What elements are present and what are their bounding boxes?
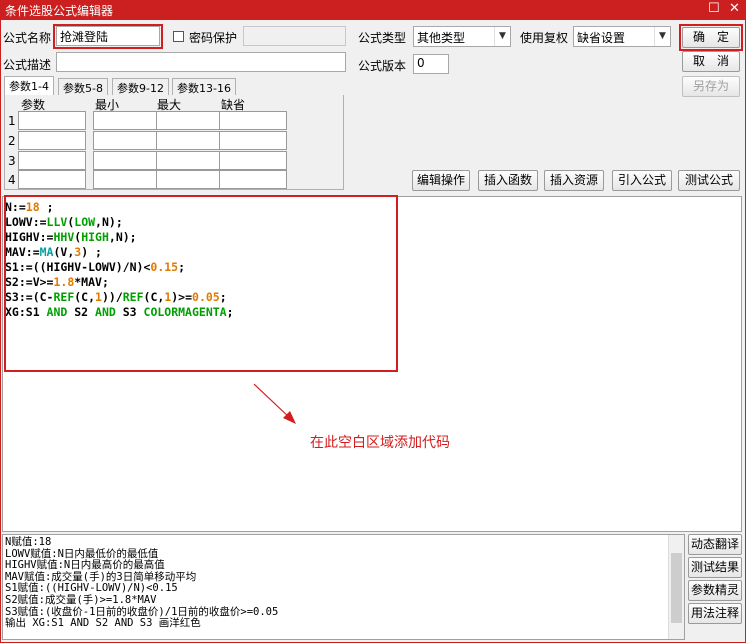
param-cell-r4-c4[interactable] [219,170,287,189]
param-row-label: 1 [8,114,16,128]
annotation-arrow-icon [253,383,296,424]
tab-params-1-4[interactable]: 参数1-4 [4,76,54,96]
password-input[interactable] [243,26,346,46]
tab-params-9-12[interactable]: 参数9-12 [112,78,169,96]
test-results-button[interactable]: 测试结果 [688,557,742,578]
param-cell-r4-c1[interactable] [18,170,86,189]
tab-params-13-16[interactable]: 参数13-16 [172,78,236,96]
title-bar: 条件选股公式编辑器 ☐ ✕ [0,0,746,20]
close-icon[interactable]: ✕ [729,1,740,16]
restore-icon[interactable]: ☐ [708,1,720,16]
output-panel: N赋值:18 LOWV赋值:N日内最低价的最低值 HIGHV赋值:N日内最高价的最高… [2,534,685,640]
param-cell-r1-c2[interactable] [93,111,161,130]
formula-type-select[interactable]: 其他类型 ▼ [413,26,511,47]
param-row-label: 2 [8,134,16,148]
param-cell-r3-c4[interactable] [219,151,287,170]
formula-desc-input[interactable] [56,52,346,72]
formula-version-input[interactable]: 0 [413,54,449,74]
param-cell-r1-c3[interactable] [156,111,224,130]
param-cell-r2-c2[interactable] [93,131,161,150]
formula-desc-label: 公式描述 [3,58,52,72]
dynamic-translate-button[interactable]: 动态翻译 [688,534,742,555]
insert-resource-button[interactable]: 插入资源 [544,170,604,191]
param-cell-r2-c4[interactable] [219,131,287,150]
reweight-label: 使用复权 [520,31,569,45]
param-cell-r4-c2[interactable] [93,170,161,189]
tab-params-5-8[interactable]: 参数5-8 [58,78,108,96]
window-title: 条件选股公式编辑器 [5,4,114,18]
param-row-label: 4 [8,173,16,187]
param-wizard-button[interactable]: 参数精灵 [688,580,742,601]
param-cell-r1-c4[interactable] [219,111,287,130]
name-highlight-box [53,24,163,49]
formula-version-label: 公式版本 [358,59,407,73]
password-checkbox[interactable] [173,31,184,42]
confirm-highlight-box [679,24,743,51]
param-cell-r3-c2[interactable] [93,151,161,170]
insert-function-button[interactable]: 插入函数 [478,170,538,191]
param-cell-r4-c3[interactable] [156,170,224,189]
annotation-text: 在此空白区域添加代码 [310,435,450,451]
formula-type-value: 其他类型 [417,31,466,45]
chevron-down-icon: ▼ [654,27,670,46]
output-line: N赋值:18 [5,536,52,548]
import-formula-button[interactable]: 引入公式 [612,170,672,191]
param-cell-r1-c1[interactable] [18,111,86,130]
scrollbar-thumb[interactable] [671,553,682,623]
usage-notes-button[interactable]: 用法注释 [688,603,742,624]
param-cell-r3-c1[interactable] [18,151,86,170]
save-as-button: 另存为 [682,76,740,97]
cancel-button[interactable]: 取 消 [682,51,740,72]
param-row-label: 3 [8,154,16,168]
param-cell-r3-c3[interactable] [156,151,224,170]
param-cell-r2-c1[interactable] [18,131,86,150]
output-line: 输出 XG:S1 AND S2 AND S3 画洋红色 [5,617,201,630]
reweight-select[interactable]: 缺省设置 ▼ [573,26,671,47]
reweight-value: 缺省设置 [577,31,626,45]
chevron-down-icon: ▼ [494,27,510,46]
param-cell-r2-c3[interactable] [156,131,224,150]
formula-type-label: 公式类型 [358,31,407,45]
formula-name-label: 公式名称 [3,31,52,45]
code-highlight-box [4,195,398,372]
test-formula-button[interactable]: 测试公式 [678,170,740,191]
output-scrollbar[interactable] [668,535,684,639]
password-label: 密码保护 [189,31,238,45]
output-line: S2赋值:成交量(手)>=1.8*MAV [5,594,157,606]
edit-ops-button[interactable]: 编辑操作 [412,170,470,191]
